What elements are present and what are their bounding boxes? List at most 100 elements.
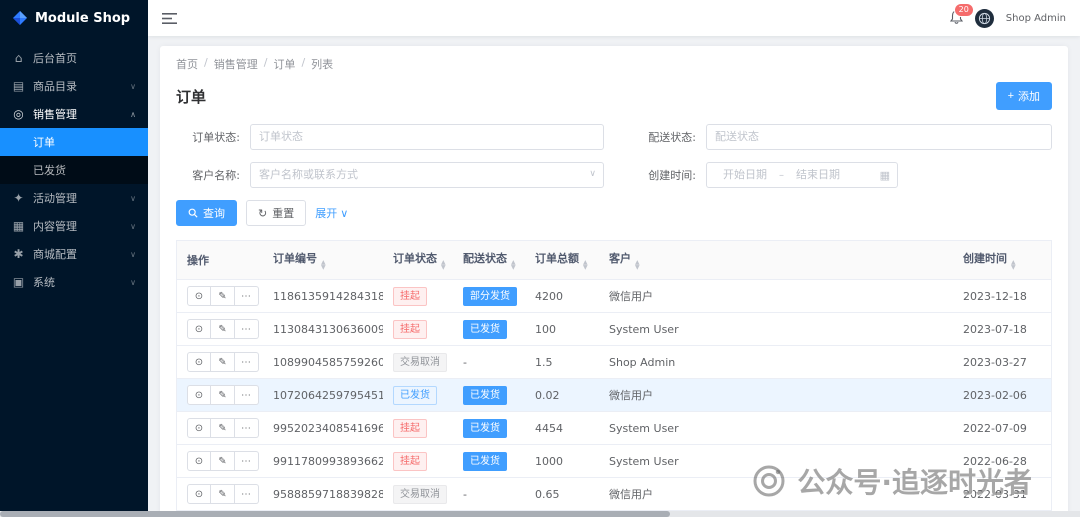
view-button[interactable]: ⊙ <box>187 286 211 306</box>
breadcrumb-item-sales[interactable]: 销售管理 <box>214 56 258 72</box>
breadcrumb-separator: / <box>301 56 305 72</box>
page-card: 首页 / 销售管理 / 订单 / 列表 订单 + 添加 <box>160 46 1068 517</box>
more-button[interactable]: ⋯ <box>235 385 259 405</box>
chevron-down-icon: ∨ <box>130 278 136 287</box>
column-header-1[interactable]: 订单编号 ▲▼ <box>263 241 383 280</box>
sort-desc-icon[interactable]: ▼ <box>635 265 640 270</box>
edit-button[interactable]: ✎ <box>211 451 235 471</box>
search-button[interactable]: 查询 <box>176 200 237 226</box>
column-header-5[interactable]: 客户 ▲▼ <box>599 241 953 280</box>
sidebar-item-0[interactable]: ⌂后台首页 <box>0 44 148 72</box>
view-button[interactable]: ⊙ <box>187 484 211 504</box>
start-date-input[interactable] <box>714 169 776 181</box>
more-button[interactable]: ⋯ <box>235 352 259 372</box>
sort-desc-icon[interactable]: ▼ <box>321 265 326 270</box>
delivery-status-tag: 已发货 <box>463 452 507 471</box>
notifications-button[interactable]: 20 <box>950 10 963 27</box>
customer-cell: 微信用户 <box>599 478 953 511</box>
sort-icons[interactable]: ▲▼ <box>1011 260 1016 270</box>
more-button[interactable]: ⋯ <box>235 286 259 306</box>
edit-button[interactable]: ✎ <box>211 418 235 438</box>
edit-button[interactable]: ✎ <box>211 319 235 339</box>
sort-desc-icon[interactable]: ▼ <box>511 265 516 270</box>
created-time-label: 创建时间: <box>632 167 696 183</box>
view-button[interactable]: ⊙ <box>187 418 211 438</box>
end-date-input[interactable] <box>787 169 849 181</box>
sidebar-item-4[interactable]: ▦内容管理∨ <box>0 212 148 240</box>
sort-icons[interactable]: ▲▼ <box>635 260 640 270</box>
sidebar-item-2[interactable]: ◎销售管理∧ <box>0 100 148 128</box>
view-button[interactable]: ⊙ <box>187 319 211 339</box>
column-header-3[interactable]: 配送状态▲▼ <box>453 241 525 280</box>
more-button[interactable]: ⋯ <box>235 319 259 339</box>
sidebar-item-5[interactable]: ✱商城配置∨ <box>0 240 148 268</box>
main-area: 20 Shop Admin 首页 / 销售管理 <box>148 0 1080 517</box>
column-header-label: 客户 <box>609 252 631 265</box>
edit-button[interactable]: ✎ <box>211 484 235 504</box>
app-logo[interactable]: Module Shop <box>0 0 148 36</box>
expand-link[interactable]: 展开 ∨ <box>315 205 348 221</box>
page-header: 订单 + 添加 <box>176 82 1052 110</box>
edit-button[interactable]: ✎ <box>211 385 235 405</box>
date-range-picker[interactable]: – ▦ <box>706 162 898 188</box>
sidebar-item-label: 活动管理 <box>33 190 77 206</box>
sort-icons[interactable]: ▲▼ <box>511 260 516 270</box>
sort-desc-icon[interactable]: ▼ <box>1011 265 1016 270</box>
more-button[interactable]: ⋯ <box>235 484 259 504</box>
customer-cell: System User <box>599 412 953 445</box>
expand-link-label: 展开 <box>315 205 337 221</box>
sidebar-item-6[interactable]: ▣系统∨ <box>0 268 148 296</box>
avatar[interactable] <box>975 9 994 28</box>
sort-icons[interactable]: ▲▼ <box>321 260 326 270</box>
add-button[interactable]: + 添加 <box>996 82 1052 110</box>
order-no-cell: 995202340854169600 <box>263 412 383 445</box>
delivery-status-cell: - <box>453 346 525 379</box>
breadcrumb-separator: / <box>204 56 208 72</box>
sort-icons[interactable]: ▲▼ <box>583 260 588 270</box>
horizontal-scrollbar-thumb[interactable] <box>0 511 670 517</box>
menu-fold-icon[interactable] <box>162 12 177 25</box>
sort-desc-icon[interactable]: ▼ <box>583 265 588 270</box>
more-button[interactable]: ⋯ <box>235 418 259 438</box>
customer-name-select[interactable] <box>250 162 604 188</box>
view-button[interactable]: ⊙ <box>187 352 211 372</box>
delivery-status-tag: 已发货 <box>463 419 507 438</box>
column-header-2[interactable]: 订单状态▲▼ <box>383 241 453 280</box>
breadcrumb-separator: / <box>264 56 268 72</box>
sidebar-item-1[interactable]: ▤商品目录∨ <box>0 72 148 100</box>
table-row: ⊙✎⋯1186135914284318720挂起部分发货4200微信用户2023… <box>177 280 1051 313</box>
reset-button[interactable]: ↻ 重置 <box>246 200 306 226</box>
edit-button[interactable]: ✎ <box>211 286 235 306</box>
edit-button[interactable]: ✎ <box>211 352 235 372</box>
order-status-input[interactable] <box>250 124 604 150</box>
created-time-cell: 2023-07-18 <box>953 313 1051 346</box>
order-no-cell: 1130843130636009472 <box>263 313 383 346</box>
sidebar-subitem-2-0[interactable]: 订单 <box>0 128 148 156</box>
column-header-4[interactable]: 订单总额▲▼ <box>525 241 599 280</box>
view-button[interactable]: ⊙ <box>187 385 211 405</box>
customer-cell: 微信用户 <box>599 280 953 313</box>
chevron-up-icon: ∧ <box>130 110 136 119</box>
action-button-group: ⊙✎⋯ <box>187 352 259 372</box>
column-header-6[interactable]: 创建时间▲▼ <box>953 241 1051 280</box>
delivery-status-input[interactable] <box>706 124 1052 150</box>
order-status-label: 订单状态: <box>176 129 240 145</box>
column-header-label: 订单编号 <box>273 252 317 265</box>
breadcrumb-item-home[interactable]: 首页 <box>176 56 198 72</box>
delivery-status-tag: 已发货 <box>463 386 507 405</box>
sidebar-item-3[interactable]: ✦活动管理∨ <box>0 184 148 212</box>
content-icon: ▦ <box>12 219 25 233</box>
breadcrumb-item-orders[interactable]: 订单 <box>273 56 295 72</box>
sort-icons[interactable]: ▲▼ <box>441 260 446 270</box>
delivery-status-tag: 已发货 <box>463 320 507 339</box>
sidebar-subitem-2-1[interactable]: 已发货 <box>0 156 148 184</box>
sort-desc-icon[interactable]: ▼ <box>441 265 446 270</box>
view-button[interactable]: ⊙ <box>187 451 211 471</box>
more-button[interactable]: ⋯ <box>235 451 259 471</box>
user-name[interactable]: Shop Admin <box>1006 13 1066 24</box>
table-header-row: 操作订单编号▲▼订单状态▲▼配送状态▲▼订单总额▲▼客户▲▼创建时间▲▼ <box>177 241 1051 280</box>
horizontal-scrollbar[interactable] <box>0 511 1080 517</box>
order-total-cell: 0.02 <box>525 379 599 412</box>
customer-cell: 微信用户 <box>599 379 953 412</box>
actions-cell: ⊙✎⋯ <box>177 346 263 379</box>
